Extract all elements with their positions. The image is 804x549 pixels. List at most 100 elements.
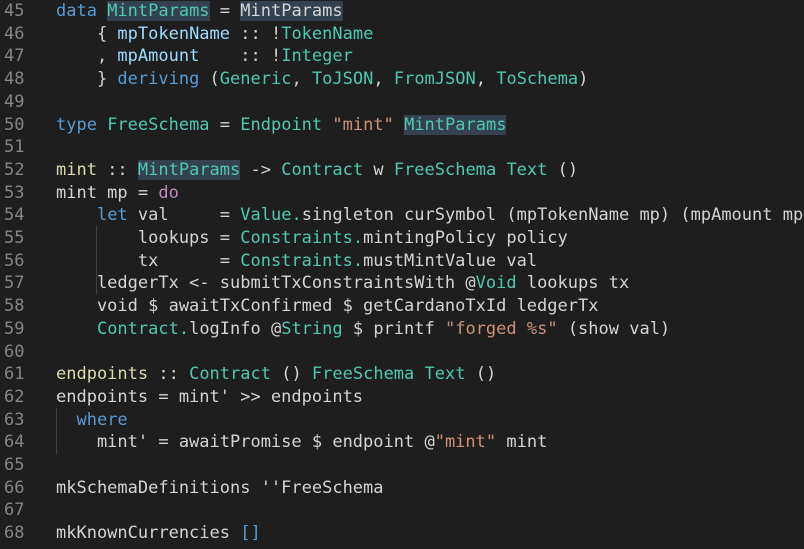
code-token: tx =	[56, 250, 241, 271]
code-token: =	[209, 1, 241, 21]
line-number: 57	[4, 273, 25, 294]
code-line[interactable]: 65	[0, 454, 804, 477]
code-text[interactable]: { mpTokenName :: !TokenName	[56, 23, 373, 46]
code-text[interactable]: mkSchemaDefinitions ''FreeSchema	[56, 477, 384, 500]
code-token: "forged %s"	[444, 318, 558, 339]
code-token: ,	[373, 69, 394, 90]
code-line[interactable]: 45 data MintParams = MintParams	[0, 0, 804, 23]
code-text[interactable]: , mpAmount :: !Integer	[56, 45, 353, 68]
code-text[interactable]: Contract.logInfo @String $ printf "forge…	[56, 318, 670, 341]
code-token: :: !	[199, 46, 282, 67]
code-token: endpoints	[56, 364, 149, 385]
code-token: []	[240, 523, 261, 544]
code-token: Endpoint	[240, 114, 323, 135]
code-token: deriving	[117, 69, 200, 90]
code-text[interactable]: void $ awaitTxConfirmed $ getCardanoTxId…	[56, 295, 599, 318]
code-text[interactable]: endpoints :: Contract () FreeSchema Text…	[56, 363, 496, 386]
line-number: 60	[4, 341, 25, 362]
code-line[interactable]: 54 let val = Value.singleton curSymbol (…	[0, 204, 804, 227]
code-line[interactable]: 67	[0, 499, 804, 522]
line-number: 66	[4, 477, 25, 498]
code-line[interactable]: 57 ledgerTx <- submitTxConstraintsWith @…	[0, 272, 804, 295]
code-line[interactable]: 53 mint mp = do	[0, 182, 804, 205]
code-line[interactable]: 61 endpoints :: Contract () FreeSchema Te…	[0, 363, 804, 386]
code-line[interactable]: 68 mkKnownCurrencies []	[0, 522, 804, 545]
code-line[interactable]: 55 lookups = Constraints.mintingPolicy p…	[0, 227, 804, 250]
code-line[interactable]: 48 } deriving (Generic, ToJSON, FromJSON…	[0, 68, 804, 91]
code-token: ,	[56, 46, 118, 67]
code-token: w	[363, 159, 394, 180]
code-token: Void	[475, 273, 517, 294]
code-line[interactable]: 46 { mpTokenName :: !TokenName	[0, 23, 804, 46]
code-line[interactable]: 50 type FreeSchema = Endpoint "mint" Mint…	[0, 114, 804, 137]
code-text[interactable]: data MintParams = MintParams	[56, 0, 343, 23]
line-number: 46	[4, 23, 25, 44]
code-token: data	[56, 1, 108, 21]
code-token: FreeSchema	[107, 114, 210, 135]
code-text[interactable]: lookups = Constraints.mintingPolicy poli…	[56, 227, 568, 250]
code-token: ,	[291, 69, 312, 90]
code-text[interactable]: where	[56, 409, 127, 432]
code-token: Value.	[240, 205, 302, 226]
code-token: {	[56, 23, 118, 44]
line-number: 54	[4, 205, 25, 226]
code-line[interactable]: 51	[0, 136, 804, 159]
code-token: FreeSchema	[311, 364, 415, 385]
code-text[interactable]: type FreeSchema = Endpoint "mint" MintPa…	[56, 114, 507, 137]
code-token: Contract.	[96, 318, 190, 339]
code-line[interactable]: 49	[0, 91, 804, 114]
code-text[interactable]: endpoints = mint' >> endpoints	[56, 386, 363, 409]
code-token: let	[96, 205, 128, 226]
code-token: lookups tx	[516, 273, 630, 294]
line-number: 50	[4, 114, 25, 135]
code-line[interactable]: 63 where	[0, 409, 804, 432]
code-text[interactable]: mkKnownCurrencies []	[56, 522, 261, 545]
code-token: ::	[96, 159, 138, 180]
code-token: do	[158, 182, 179, 203]
line-number: 68	[4, 523, 25, 544]
code-token: mint' = awaitPromise $ endpoint @	[56, 432, 435, 453]
code-token: ::	[148, 364, 190, 385]
code-line[interactable]: 59 Contract.logInfo @String $ printf "fo…	[0, 318, 804, 341]
code-token: mustMintValue val	[363, 250, 538, 271]
code-line[interactable]: 56 tx = Constraints.mustMintValue val	[0, 250, 804, 273]
code-token: Contract	[281, 159, 364, 180]
code-token: ()	[547, 159, 579, 180]
code-text[interactable]: mint' = awaitPromise $ endpoint @"mint" …	[56, 431, 547, 454]
code-line[interactable]: 60	[0, 341, 804, 364]
code-line[interactable]: 52 mint :: MintParams -> Contract w FreeS…	[0, 159, 804, 182]
line-number: 61	[4, 364, 25, 385]
code-token: MintParams	[240, 1, 343, 21]
code-token: type	[56, 114, 108, 135]
code-text[interactable]: ledgerTx <- submitTxConstraintsWith @Voi…	[56, 272, 629, 295]
line-number: 47	[4, 46, 25, 67]
code-line[interactable]: 66 mkSchemaDefinitions ''FreeSchema	[0, 477, 804, 500]
code-line[interactable]: 47 , mpAmount :: !Integer	[0, 45, 804, 68]
code-text[interactable]: } deriving (Generic, ToJSON, FromJSON, T…	[56, 68, 588, 91]
code-editor[interactable]: 45 data MintParams = MintParams 46 { mpTok…	[0, 0, 804, 549]
code-line[interactable]: 64 mint' = awaitPromise $ endpoint @"min…	[0, 431, 804, 454]
line-number: 51	[4, 137, 25, 158]
code-token: (	[199, 69, 220, 90]
code-text[interactable]: mint mp = do	[56, 182, 179, 205]
code-line[interactable]: 62 endpoints = mint' >> endpoints	[0, 386, 804, 409]
code-text[interactable]: let val = Value.singleton curSymbol (mpT…	[56, 204, 804, 227]
line-number: 58	[4, 296, 25, 317]
code-token: $ printf	[342, 318, 445, 339]
code-token: ToJSON	[311, 69, 374, 90]
line-number: 67	[4, 500, 25, 521]
code-token: FreeSchema	[393, 159, 497, 180]
code-line[interactable]: 58 void $ awaitTxConfirmed $ getCardanoT…	[0, 295, 804, 318]
code-token: Contract	[189, 364, 271, 385]
code-text[interactable]: tx = Constraints.mustMintValue val	[56, 250, 537, 273]
code-token: logInfo @	[189, 318, 282, 339]
code-token: Text	[506, 159, 548, 180]
line-number: 56	[4, 250, 25, 271]
code-text[interactable]: mint :: MintParams -> Contract w FreeSch…	[56, 159, 578, 182]
